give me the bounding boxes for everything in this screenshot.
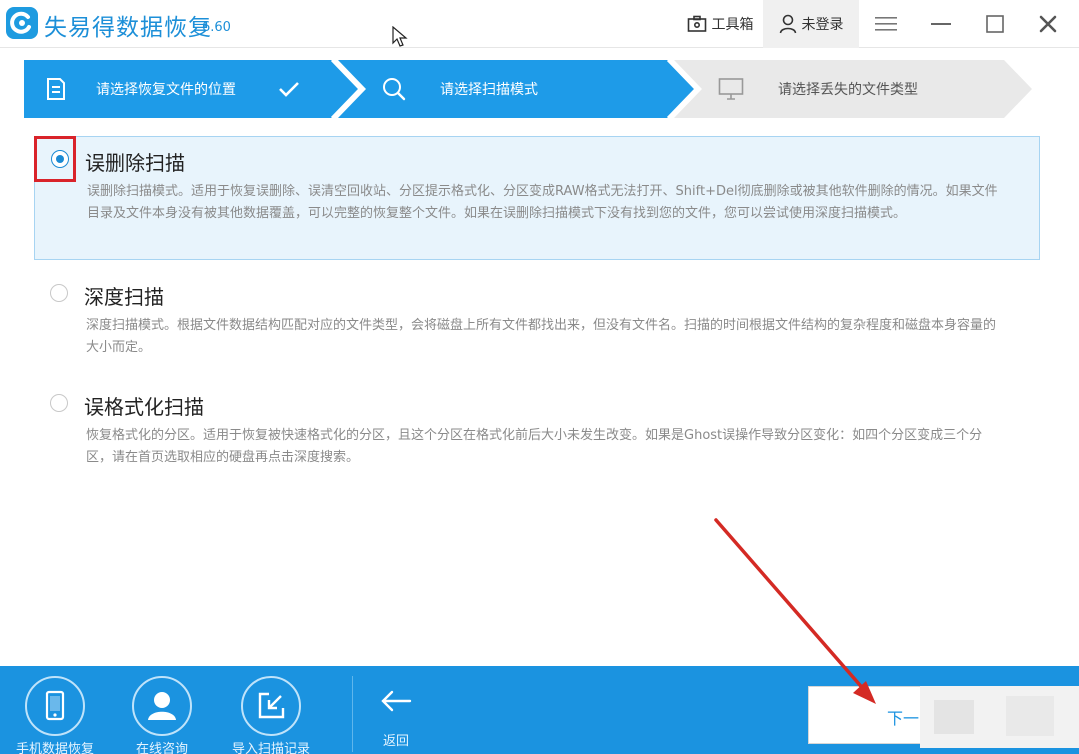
step-select-location: 请选择恢复文件的位置 — [46, 60, 300, 118]
scan-mode-description: 误删除扫描模式。适用于恢复误删除、误清空回收站、分区提示格式化、分区变成RAW格… — [87, 184, 998, 221]
radio-button[interactable] — [50, 394, 68, 412]
minimize-button[interactable] — [916, 0, 966, 48]
phone-icon — [25, 676, 85, 736]
minimize-icon — [931, 23, 951, 25]
checkmark-icon — [279, 82, 299, 97]
title-bar: 失易得数据恢复 6.60 工具箱 未登录 — [0, 0, 1079, 48]
blurred-region — [920, 686, 1079, 748]
bottom-item-label: 在线咨询 — [135, 742, 188, 754]
scan-mode-title: 深度扫描 — [84, 285, 164, 309]
scan-mode-deep[interactable]: 深度扫描 深度扫描模式。根据文件数据结构匹配对应的文件类型，会将磁盘上所有文件都… — [34, 278, 1040, 378]
back-label: 返回 — [382, 734, 409, 749]
step-select-scan-mode: 请选择扫描模式 — [382, 60, 538, 118]
document-icon — [47, 78, 65, 100]
radio-button[interactable] — [50, 284, 68, 302]
scan-mode-deleted[interactable]: 误删除扫描 误删除扫描模式。适用于恢复误删除、误清空回收站、分区提示格式化、分区… — [34, 136, 1040, 260]
bottom-item-label: 导入扫描记录 — [231, 742, 310, 754]
user-icon — [779, 14, 796, 34]
user-icon — [132, 676, 192, 736]
step-label: 请选择扫描模式 — [440, 82, 538, 98]
app-logo-icon — [6, 7, 38, 39]
maximize-icon — [986, 15, 1004, 33]
scan-mode-description: 恢复格式化的分区。适用于恢复被快速格式化的分区，且这个分区在格式化前后大小未发生… — [86, 428, 983, 465]
toolbox-button[interactable]: 工具箱 — [680, 0, 760, 48]
app-title: 失易得数据恢复 — [44, 15, 212, 41]
divider — [352, 676, 353, 752]
mouse-cursor-icon — [392, 26, 408, 47]
login-label: 未登录 — [801, 17, 844, 33]
import-icon — [241, 676, 301, 736]
arrow-left-icon — [381, 690, 412, 712]
search-icon — [383, 78, 406, 101]
monitor-icon — [718, 78, 744, 100]
close-icon — [1039, 15, 1057, 33]
scan-mode-description: 深度扫描模式。根据文件数据结构匹配对应的文件类型，会将磁盘上所有文件都找出来，但… — [86, 318, 997, 355]
step-label: 请选择丢失的文件类型 — [778, 82, 918, 98]
annotation-highlight-box — [34, 136, 76, 182]
toolbox-icon — [687, 15, 706, 32]
scan-mode-title: 误格式化扫描 — [84, 395, 204, 419]
menu-button[interactable] — [862, 0, 910, 48]
wizard-step-bar: 请选择恢复文件的位置 请选择扫描模式 请选择丢失的文件类型 — [24, 60, 1032, 118]
scan-mode-format[interactable]: 误格式化扫描 恢复格式化的分区。适用于恢复被快速格式化的分区，且这个分区在格式化… — [34, 388, 1040, 488]
phone-recovery-button[interactable]: 手机数据恢复 — [5, 666, 105, 754]
maximize-button[interactable] — [970, 0, 1020, 48]
login-button[interactable]: 未登录 — [763, 0, 859, 48]
next-label: 下一 — [887, 709, 920, 728]
step-select-file-type: 请选择丢失的文件类型 — [718, 60, 918, 118]
back-button[interactable]: 返回 — [366, 666, 426, 754]
scan-mode-title: 误删除扫描 — [85, 151, 185, 175]
app-version: 6.60 — [202, 20, 231, 35]
hamburger-menu-icon — [875, 17, 897, 31]
close-button[interactable] — [1022, 0, 1074, 48]
toolbox-label: 工具箱 — [711, 17, 754, 33]
step-label: 请选择恢复文件的位置 — [96, 82, 236, 98]
online-consult-button[interactable]: 在线咨询 — [112, 666, 212, 754]
import-scan-record-button[interactable]: 导入扫描记录 — [221, 666, 321, 754]
bottom-item-label: 手机数据恢复 — [15, 742, 94, 754]
